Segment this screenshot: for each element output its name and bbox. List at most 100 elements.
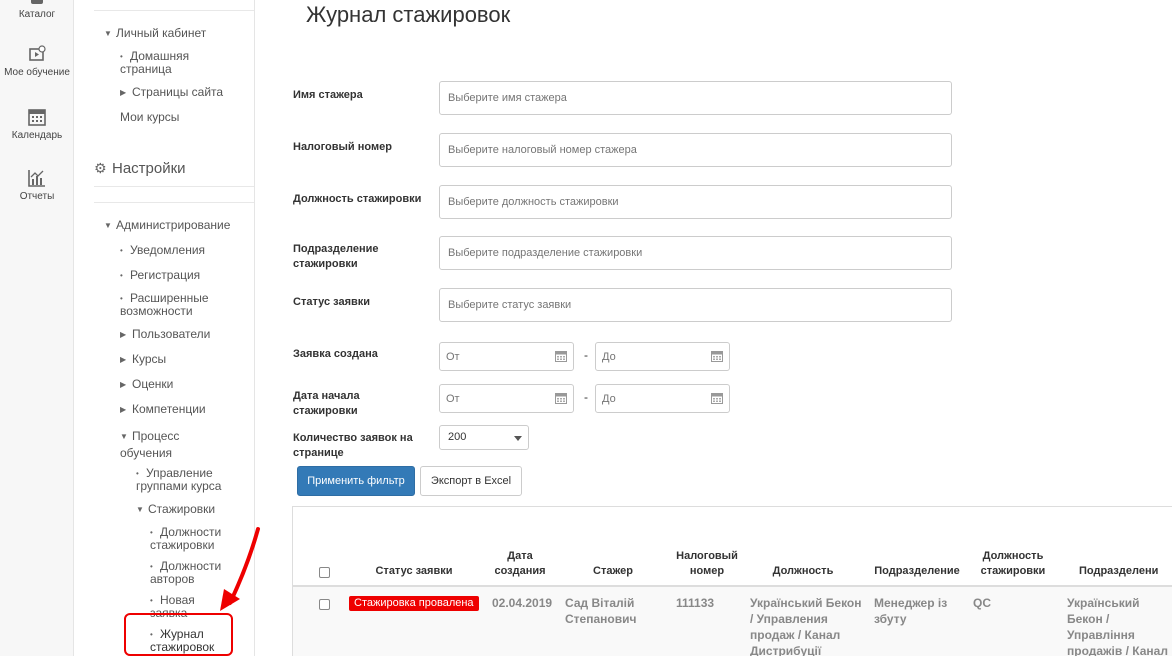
sidebar-item-users[interactable]: ▶ Пользователи [120, 328, 210, 341]
col-header-status[interactable]: Статус заявки [373, 564, 455, 579]
sidebar-item-notifications[interactable]: • Уведомления [120, 244, 205, 257]
reports-icon [27, 168, 47, 188]
calendar-icon[interactable] [711, 392, 723, 404]
cell-internship-position: QC [973, 596, 991, 610]
sidebar-item-home[interactable]: • Домашняя страница [120, 50, 220, 75]
rail-item-calendar[interactable]: Календарь [0, 107, 74, 141]
caret-right-icon: ▶ [120, 88, 127, 97]
cell-department: Менеджер із збуту [874, 596, 948, 626]
position-input[interactable] [439, 185, 952, 219]
sidebar-item-label: Регистрация [130, 268, 201, 282]
col-header-tax-number[interactable]: Налоговый номер [669, 549, 745, 579]
apply-filter-button[interactable]: Применить фильтр [297, 466, 415, 496]
sidebar-item-account[interactable]: ▼ Личный кабинет [104, 27, 206, 40]
tax-number-input[interactable] [439, 133, 952, 167]
sidebar-item-advanced[interactable]: • Расширенные возможности [120, 292, 220, 317]
chevron-down-icon [514, 436, 522, 441]
sidebar-item-site-pages[interactable]: ▶ Страницы сайта [120, 86, 223, 99]
range-dash: - [584, 348, 588, 362]
cell-position: Український Бекон / Управления продаж / … [750, 596, 862, 656]
col-header-department[interactable]: Подразделение [871, 564, 963, 579]
created-date-label: Заявка создана [293, 348, 378, 360]
sidebar-item-learning-process[interactable]: ▼ Процесс обучения [120, 428, 200, 461]
calendar-icon[interactable] [555, 350, 567, 362]
intern-name-input[interactable] [439, 81, 952, 115]
caret-right-icon: ▶ [120, 380, 127, 389]
sidebar-item-label: Оценки [132, 377, 174, 391]
sidebar-item-label: Должности авторов [150, 559, 222, 586]
select-all-checkbox[interactable] [319, 567, 330, 578]
rail-item-label: Отчеты [19, 191, 55, 202]
caret-down-icon: ▼ [104, 221, 112, 230]
sidebar-item-courses[interactable]: ▶ Курсы [120, 353, 166, 366]
divider [94, 186, 254, 187]
sidebar-item-competencies[interactable]: ▶ Компетенции [120, 403, 206, 416]
row-checkbox[interactable] [319, 599, 330, 610]
cell-tax-number: 111133 [676, 596, 715, 610]
annotation-highlight-box [124, 613, 233, 656]
intern-name-label: Имя стажера [293, 89, 363, 101]
tax-number-label: Налоговый номер [293, 141, 392, 153]
start-to-input[interactable] [595, 384, 730, 413]
sidebar-item-label: Мои курсы [120, 110, 180, 124]
position-label: Должность стажировки [293, 193, 422, 205]
caret-down-icon: ▼ [104, 29, 112, 38]
sidebar-item-label: Домашняя страница [120, 49, 190, 76]
range-dash: - [584, 390, 588, 404]
status-input[interactable] [439, 288, 952, 322]
col-header-intern[interactable]: Стажер [583, 564, 643, 579]
start-from-input[interactable] [439, 384, 574, 413]
sidebar-item-label: Компетенции [132, 402, 206, 416]
cell-created: 02.04.2019 [492, 596, 553, 610]
sidebar-item-internships[interactable]: ▼ Стажировки [136, 503, 215, 516]
sidebar-item-label: Страницы сайта [132, 85, 224, 99]
my-learning-icon [27, 44, 47, 64]
caret-down-icon: ▼ [120, 432, 128, 441]
calendar-icon [27, 107, 47, 127]
caret-right-icon: ▶ [120, 330, 127, 339]
sidebar-item-label: Пользователи [132, 327, 211, 341]
created-to-input[interactable] [595, 342, 730, 371]
annotation-arrow [220, 527, 260, 611]
department-input[interactable] [439, 236, 952, 270]
rail-item-reports[interactable]: Отчеты [0, 168, 74, 202]
divider [94, 10, 254, 11]
per-page-value: 200 [448, 431, 467, 443]
sidebar-section-settings[interactable]: ⚙ Настройки [94, 160, 186, 177]
rail-item-my-learning[interactable]: Мое обучение [0, 44, 74, 78]
main-content: Журнал стажировок Имя стажера Налоговый … [256, 0, 1175, 656]
rail-item-label: Каталог [18, 9, 56, 20]
cell-internship-department: Український Бекон / Управління продажів … [1067, 596, 1168, 656]
caret-down-icon: ▼ [136, 505, 144, 514]
created-from-input[interactable] [439, 342, 574, 371]
sidebar-item-label: Должности стажировки [150, 525, 222, 552]
divider [94, 202, 254, 203]
gear-icon: ⚙ [94, 160, 107, 176]
sidebar-item-label: Личный кабинет [116, 26, 207, 40]
start-date-label: Дата начала стажировки [293, 390, 360, 417]
rail-item-label: Календарь [11, 130, 63, 141]
page-title: Журнал стажировок [306, 2, 511, 27]
sidebar-item-administration[interactable]: ▼ Администрирование [104, 219, 230, 232]
export-excel-button[interactable]: Экспорт в Excel [420, 466, 522, 496]
sidebar-item-registration[interactable]: • Регистрация [120, 269, 200, 282]
cell-intern: Сад Віталій Степанович [565, 596, 637, 626]
sidebar-item-course-groups[interactable]: • Управление группами курса [136, 467, 236, 492]
col-header-internship-position[interactable]: Должность стажировки [973, 549, 1053, 579]
sidebar-item-label: Уведомления [130, 243, 206, 257]
calendar-icon[interactable] [555, 392, 567, 404]
sidebar-item-label: Управление группами курса [136, 466, 222, 493]
sidebar-item-my-courses[interactable]: Мои курсы [120, 111, 179, 123]
rail-item-label: Мое обучение [4, 67, 70, 78]
sidebar-item-label: Расширенные возможности [120, 291, 209, 318]
catalog-icon [27, 0, 47, 6]
col-header-position[interactable]: Должность [763, 564, 843, 579]
calendar-icon[interactable] [711, 350, 723, 362]
status-label: Статус заявки [293, 296, 371, 308]
col-header-internship-department[interactable]: Подразделени [1079, 564, 1172, 579]
per-page-select[interactable]: 200 [439, 425, 529, 450]
sidebar-item-grades[interactable]: ▶ Оценки [120, 378, 173, 391]
rail-item-catalog[interactable]: Каталог [0, 0, 74, 20]
col-header-created[interactable]: Дата создания [489, 549, 551, 579]
per-page-label: Количество заявок на странице [293, 432, 413, 459]
